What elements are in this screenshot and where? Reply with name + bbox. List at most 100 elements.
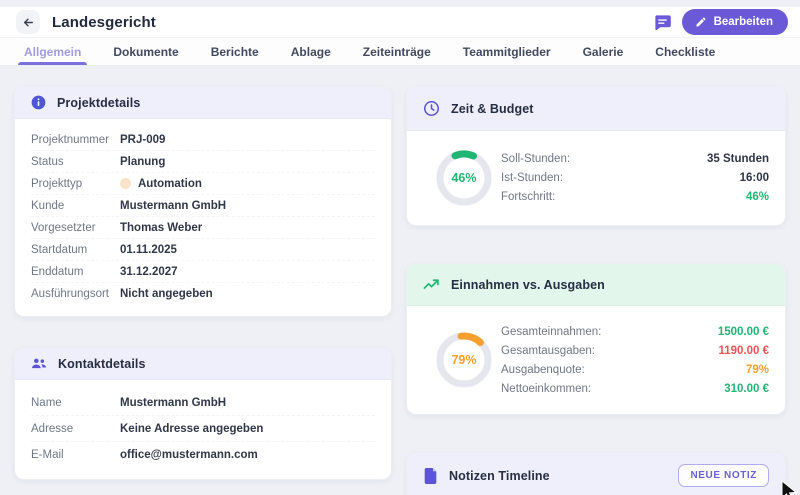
stat-value: 79% — [746, 364, 769, 376]
app-screen: Landesgericht Bearbeiten Allgemein Dokum… — [0, 0, 800, 495]
time-budget-body: 46% Soll-Stunden: 35 Stunden Ist-Stunden:… — [407, 131, 785, 225]
note-icon — [423, 468, 438, 484]
project-details-card: Projektdetails ProjektnummerPRJ-009 Stat… — [14, 86, 392, 317]
stat-value: 46% — [746, 191, 769, 203]
chat-icon — [653, 13, 672, 32]
stat-row: Soll-Stunden: 35 Stunden — [501, 150, 769, 169]
detail-row: VorgesetzterThomas Weber — [31, 217, 375, 239]
detail-label: Projektnummer — [31, 134, 120, 146]
tab-checkliste[interactable]: Checkliste — [655, 38, 715, 65]
stat-value: 1190.00 € — [718, 345, 769, 357]
content-area: Projektdetails ProjektnummerPRJ-009 Stat… — [0, 66, 800, 495]
stat-row: Fortschritt:46% — [501, 188, 769, 207]
notes-timeline-card: Notizen Timeline NEUE NOTIZ — [406, 452, 786, 495]
detail-row: StatusPlanung — [31, 151, 375, 173]
progress-donut: 46% — [435, 149, 493, 207]
detail-label: Vorgesetzter — [31, 222, 120, 234]
card-title: Einnahmen vs. Ausgaben — [451, 278, 605, 292]
detail-row: E-Mailoffice@mustermann.com — [31, 442, 375, 467]
arrow-left-icon — [22, 16, 35, 29]
stat-row: Gesamteinnahmen:1500.00 € — [501, 322, 769, 341]
contact-details-body: NameMustermann GmbH AdresseKeine Adresse… — [15, 380, 391, 479]
detail-label: Startdatum — [31, 244, 120, 256]
detail-value: Mustermann GmbH — [120, 200, 226, 212]
stat-row: Ausgabenquote: 79% — [501, 360, 769, 379]
income-expense-card: Einnahmen vs. Ausgaben 79% Gesamteinnahm… — [406, 263, 786, 415]
detail-row: Enddatum31.12.2027 — [31, 261, 375, 283]
stat-label: Soll-Stunden: — [501, 153, 570, 165]
detail-label: E-Mail — [31, 449, 120, 461]
detail-label: Enddatum — [31, 266, 120, 278]
detail-label: Projekttyp — [31, 178, 120, 190]
chat-button[interactable] — [653, 13, 672, 32]
card-title: Kontaktdetails — [58, 357, 146, 371]
tab-zeitsintraege[interactable]: Zeiteinträge — [363, 38, 431, 65]
tab-berichte[interactable]: Berichte — [211, 38, 259, 65]
mouse-cursor — [779, 480, 800, 495]
detail-value: Automation — [120, 178, 202, 190]
notes-timeline-header: Notizen Timeline NEUE NOTIZ — [407, 453, 785, 495]
income-expense-stats: Gesamteinnahmen:1500.00 € Gesamtausgaben… — [501, 322, 769, 398]
project-type-dot — [120, 178, 131, 189]
income-expense-body: 79% Gesamteinnahmen:1500.00 € Gesamtausg… — [407, 306, 785, 414]
edit-button[interactable]: Bearbeiten — [682, 9, 788, 35]
detail-row: AdresseKeine Adresse angegeben — [31, 416, 375, 442]
info-icon — [31, 95, 46, 110]
detail-label: Ausführungsort — [31, 288, 120, 300]
top-header: Landesgericht Bearbeiten — [0, 7, 800, 38]
clock-icon — [423, 100, 440, 117]
detail-value: 01.11.2025 — [120, 244, 177, 256]
detail-row: AusführungsortNicht angegeben — [31, 283, 375, 304]
topbar-actions: Bearbeiten — [653, 9, 788, 35]
detail-label: Adresse — [31, 423, 120, 435]
contact-details-header: Kontaktdetails — [15, 348, 391, 380]
trending-up-icon — [423, 277, 440, 292]
users-icon — [31, 356, 47, 371]
stat-label: Ist-Stunden: — [501, 172, 563, 184]
detail-label: Status — [31, 156, 120, 168]
income-expense-header: Einnahmen vs. Ausgaben — [407, 264, 785, 306]
project-type-label: Automation — [138, 178, 202, 190]
stat-label: Ausgabenquote: — [501, 364, 585, 376]
time-budget-stats: Soll-Stunden: 35 Stunden Ist-Stunden: 16:0… — [501, 150, 769, 207]
detail-value: Mustermann GmbH — [120, 397, 226, 409]
detail-row: ProjektnummerPRJ-009 — [31, 129, 375, 151]
detail-row: KundeMustermann GmbH — [31, 195, 375, 217]
detail-value: Planung — [120, 156, 165, 168]
stat-value: 35 Stunden — [707, 153, 769, 165]
tab-galerie[interactable]: Galerie — [583, 38, 624, 65]
detail-value: Keine Adresse angegeben — [120, 423, 263, 435]
card-title: Notizen Timeline — [449, 469, 550, 483]
stat-label: Nettoeinkommen: — [501, 383, 591, 395]
stat-value: 16:00 — [740, 172, 769, 184]
detail-row: NameMustermann GmbH — [31, 390, 375, 416]
donut-percent-label: 46% — [435, 149, 493, 207]
tab-ablage[interactable]: Ablage — [291, 38, 331, 65]
time-budget-card: Zeit & Budget 46% Soll-Stunden:35 Stunde… — [406, 86, 786, 226]
detail-value: Thomas Weber — [120, 222, 202, 234]
detail-row: Startdatum01.11.2025 — [31, 239, 375, 261]
detail-value: PRJ-009 — [120, 134, 165, 146]
pencil-icon — [695, 16, 707, 28]
detail-label: Kunde — [31, 200, 120, 212]
left-column: Projektdetails ProjektnummerPRJ-009 Stat… — [14, 86, 392, 480]
card-title: Projektdetails — [57, 96, 140, 110]
tab-teammitglieder[interactable]: Teammitglieder — [463, 38, 551, 65]
new-note-button[interactable]: NEUE NOTIZ — [678, 464, 769, 487]
tab-bar: Allgemein Dokumente Berichte Ablage Zeit… — [0, 38, 800, 66]
stat-row: Gesamtausgaben:1190.00 € — [501, 341, 769, 360]
detail-value: Nicht angegeben — [120, 288, 213, 300]
tab-dokumente[interactable]: Dokumente — [113, 38, 178, 65]
top-strip — [0, 0, 800, 7]
stat-row: Ist-Stunden: 16:00 — [501, 169, 769, 188]
right-column: Zeit & Budget 46% Soll-Stunden:35 Stunde… — [406, 86, 786, 495]
detail-value: 31.12.2027 — [120, 266, 178, 278]
tab-allgemein[interactable]: Allgemein — [24, 38, 81, 65]
donut-percent-label: 79% — [435, 331, 493, 389]
detail-label: Name — [31, 397, 120, 409]
contact-details-card: Kontaktdetails NameMustermann GmbH Adres… — [14, 347, 392, 480]
back-button[interactable] — [16, 10, 40, 34]
project-details-header: Projektdetails — [15, 87, 391, 119]
expense-ratio-donut: 79% — [435, 331, 493, 389]
stat-value: 310.00 € — [724, 383, 769, 395]
